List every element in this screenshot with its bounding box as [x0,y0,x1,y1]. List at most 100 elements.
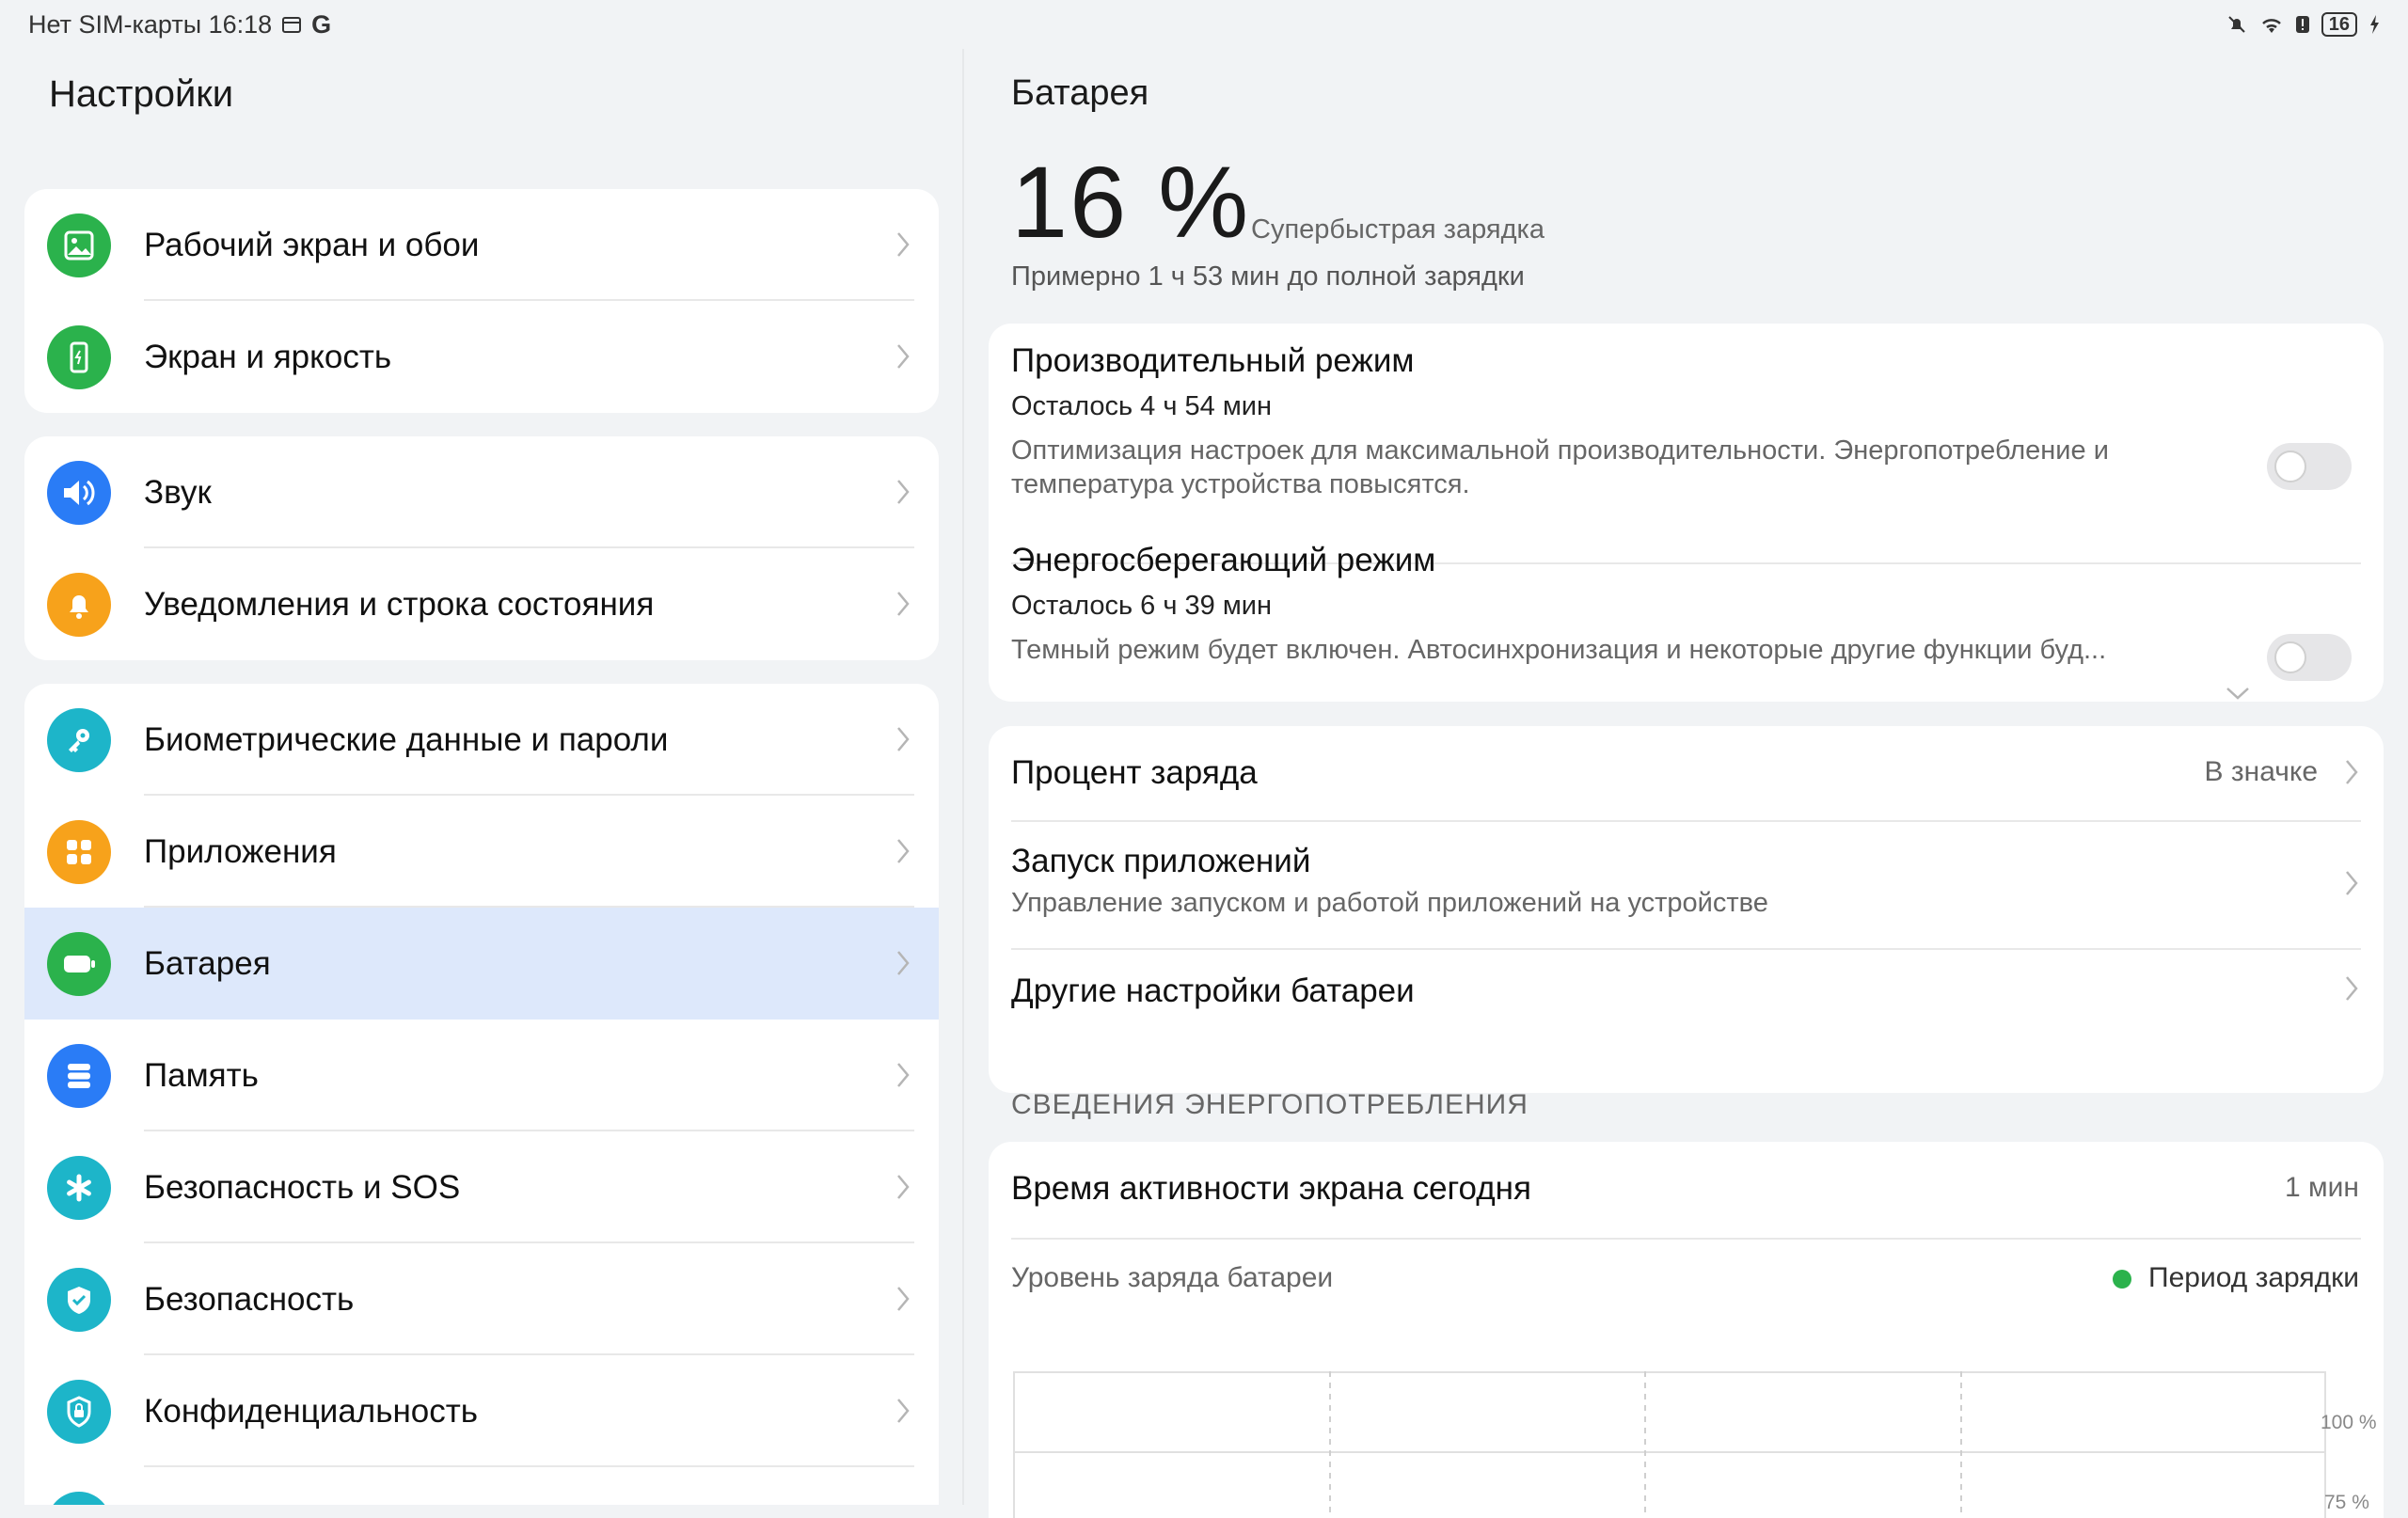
performance-mode-description: Оптимизация настроек для максимальной пр… [1011,435,2109,499]
sos-icon [47,1156,111,1220]
shield-icon [47,1268,111,1332]
battery-settings-card: Процент заряда В значке Запуск приложени… [989,726,2384,1093]
charge-mode-label: Супербыстрая зарядка [1251,214,1545,245]
screen-time-title: Время активности экрана сегодня [1011,1170,1531,1207]
calendar-icon [281,14,302,35]
display-brightness-icon [47,325,111,389]
settings-item-label: Батарея [144,944,271,982]
settings-list-pane: Настройки Рабочий экран и обои Экран и я… [0,49,963,1505]
mute-bell-icon [2226,13,2248,36]
settings-item-display-brightness[interactable]: Экран и яркость [24,301,939,413]
battery-percent: 16 % [1011,145,1251,259]
app-launch-title: Запуск приложений [1011,843,1311,879]
settings-item-label: Рабочий экран и обои [144,226,480,263]
power-consumption-section-header: СВЕДЕНИЯ ЭНЕРГОПОТРЕБЛЕНИЯ [1011,1089,1529,1120]
chevron-right-icon [895,1397,911,1430]
settings-item-label: Уведомления и строка состояния [144,585,655,623]
power-saving-mode: Энергосберегающий режим Осталось 6 ч 39 … [1011,542,2187,667]
power-saving-mode-remaining: Осталось 6 ч 39 мин [1011,591,1273,621]
sound-icon [47,461,111,525]
screen-time-value: 1 мин [2285,1172,2359,1203]
app-launch-subtitle: Управление запуском и работой приложений… [1011,888,1768,918]
settings-group-system: Биометрические данные и пароли Приложени… [24,684,939,1505]
chevron-right-icon [2344,869,2359,902]
settings-item-sound[interactable]: Звук [24,436,939,548]
charge-eta: Примерно 1 ч 53 мин до полной зарядки [1011,261,1525,292]
settings-item-battery[interactable]: Батарея [24,908,939,1020]
charging-bolt-icon [2368,14,2380,35]
chevron-right-icon [895,949,911,982]
page-title: Настройки [49,73,234,115]
apps-icon [47,820,111,884]
expand-chevron-icon[interactable] [2225,686,2251,705]
settings-item-security[interactable]: Безопасность [24,1243,939,1355]
battery-percentage-value: В значке [2204,756,2318,787]
chevron-right-icon [895,1173,911,1206]
power-usage-card: Время активности экрана сегодня 1 мин Ур… [989,1142,2384,1518]
chevron-right-icon [895,230,911,263]
power-modes-card: Производительный режим Осталось 4 ч 54 м… [989,324,2384,702]
charging-period-legend-label: Период зарядки [2148,1262,2359,1293]
power-saving-mode-description: Темный режим будет включен. Автосинхрони… [1011,635,2107,665]
performance-mode-title: Производительный режим [1011,342,1415,379]
settings-group-sound: Звук Уведомления и строка состояния [24,436,939,660]
privacy-lock-icon [47,1380,111,1444]
status-bar: Нет SIM-карты 16:18 G 16 [0,0,2408,49]
settings-item-storage[interactable]: Память [24,1020,939,1131]
status-bar-text: Нет SIM-карты 16:18 [28,9,273,39]
chevron-right-icon [2344,974,2359,1007]
legend-dot-icon [2113,1270,2132,1289]
chevron-right-icon [895,1061,911,1094]
battery-page-title: Батарея [1011,73,1149,113]
battery-detail-pane: Батарея 16 % Супербыстрая зарядка Пример… [964,49,2408,1518]
settings-item-partial[interactable] [24,1467,939,1505]
battery-percentage-row[interactable]: Процент заряда В значке [989,726,2384,820]
bell-icon [47,573,111,637]
chevron-right-icon [2344,758,2359,791]
settings-group-display: Рабочий экран и обои Экран и яркость [24,189,939,413]
chart-y-label-75: 75 % [2324,1492,2369,1513]
chart-y-label-100: 100 % [2321,1412,2377,1433]
battery-level-chart [1013,1371,2326,1518]
next-item-icon [47,1492,111,1505]
performance-mode: Производительный режим Осталось 4 ч 54 м… [1011,342,2225,501]
chevron-right-icon [895,837,911,870]
battery-level-title: Уровень заряда батареи [1011,1262,1334,1293]
key-icon [47,708,111,772]
settings-item-biometrics[interactable]: Биометрические данные и пароли [24,684,939,796]
chevron-right-icon [895,590,911,623]
wallpaper-icon [47,213,111,277]
settings-item-label: Память [144,1056,259,1094]
settings-item-label: Конфиденциальность [144,1392,479,1430]
wifi-icon [2259,14,2284,35]
settings-item-label: Экран и яркость [144,338,392,375]
settings-item-privacy[interactable]: Конфиденциальность [24,1355,939,1467]
google-icon: G [311,9,332,39]
performance-mode-toggle[interactable] [2267,443,2352,490]
chevron-right-icon [895,342,911,375]
chevron-right-icon [895,1285,911,1318]
chevron-right-icon [895,725,911,758]
settings-item-label: Приложения [144,832,337,870]
settings-item-home-screen-wallpaper[interactable]: Рабочий экран и обои [24,189,939,301]
settings-item-apps[interactable]: Приложения [24,796,939,908]
other-battery-settings-row[interactable]: Другие настройки батареи [989,950,2384,1050]
settings-item-label: Биометрические данные и пароли [144,720,669,758]
charging-period-legend: Период зарядки [2113,1262,2359,1294]
power-saving-mode-toggle[interactable] [2267,634,2352,681]
power-saving-mode-title: Энергосберегающий режим [1011,542,1436,578]
app-launch-row[interactable]: Запуск приложений Управление запуском и … [989,822,2384,948]
battery-percentage-title: Процент заряда [1011,754,1258,791]
other-battery-settings-title: Другие настройки батареи [1011,972,1415,1009]
settings-item-notifications[interactable]: Уведомления и строка состояния [24,548,939,660]
settings-item-label: Безопасность [144,1280,355,1318]
settings-item-label: Безопасность и SOS [144,1168,461,1206]
alert-icon [2295,14,2310,35]
storage-icon [47,1044,111,1108]
settings-item-label: Звук [144,473,212,511]
battery-level-indicator: 16 [2321,12,2357,37]
battery-icon [47,932,111,996]
chevron-right-icon [895,478,911,511]
performance-mode-remaining: Осталось 4 ч 54 мин [1011,391,1273,421]
settings-item-safety-sos[interactable]: Безопасность и SOS [24,1131,939,1243]
